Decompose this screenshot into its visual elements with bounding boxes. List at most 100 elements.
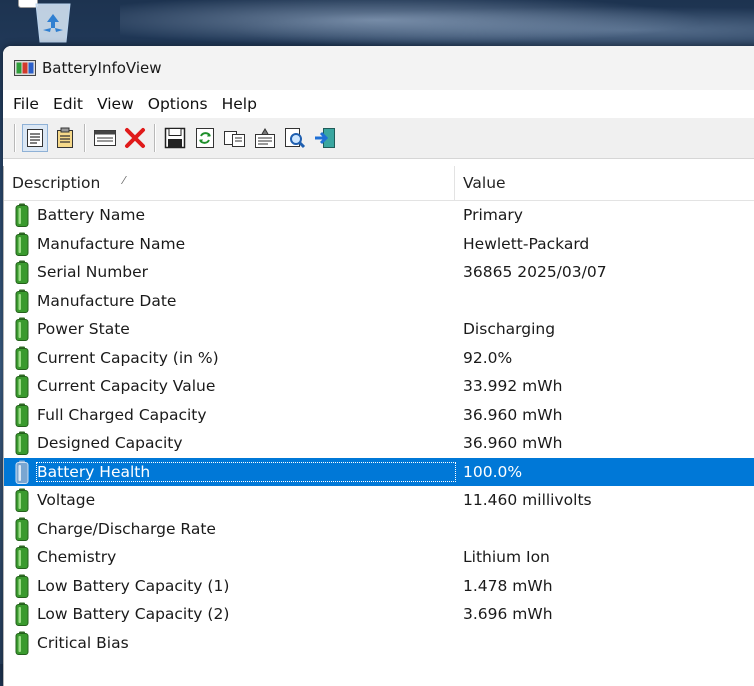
table-row[interactable]: Voltage 11.460 millivolts: [4, 486, 754, 515]
app-battery-icon: [14, 60, 36, 76]
delete-icon: [125, 128, 145, 148]
row-description: Critical Bias: [37, 633, 129, 652]
properties-button[interactable]: [252, 124, 278, 152]
table-row[interactable]: Full Charged Capacity 36.960 mWh: [4, 401, 754, 430]
table-row[interactable]: Designed Capacity 36.960 mWh: [4, 429, 754, 458]
find-icon: [285, 128, 306, 149]
menu-bar: File Edit View Options Help: [3, 90, 754, 118]
battery-info-list[interactable]: Description ⁄ Value Battery Name Primary …: [3, 166, 754, 686]
battery-icon: [15, 317, 29, 342]
toolbar-separator: [14, 124, 16, 152]
row-value: Primary: [463, 206, 523, 225]
row-value: Hewlett-Packard: [463, 234, 590, 253]
sort-ascending-icon: ⁄: [123, 174, 125, 187]
battery-icon: [15, 431, 29, 456]
row-value: 3.696 mWh: [463, 605, 553, 624]
table-row[interactable]: Low Battery Capacity (1) 1.478 mWh: [4, 572, 754, 601]
toolbar-separator: [84, 124, 86, 152]
row-value: 92.0%: [463, 348, 513, 367]
row-value: 36865 2025/03/07: [463, 263, 607, 282]
row-description: Battery Health: [36, 461, 456, 482]
battery-icon: [15, 346, 29, 370]
battery-icon: [15, 460, 29, 484]
row-value: 100.0%: [463, 462, 523, 481]
app-window: BatteryInfoView File Edit View Options H…: [3, 46, 754, 686]
properties-window-button[interactable]: [92, 124, 118, 152]
table-row[interactable]: Low Battery Capacity (2) 3.696 mWh: [4, 600, 754, 629]
column-header-description[interactable]: Description ⁄: [4, 166, 455, 200]
column-header-description-label: Description: [12, 174, 101, 192]
save-icon: [164, 127, 186, 149]
row-description: Designed Capacity: [37, 434, 183, 453]
find-button[interactable]: [282, 124, 308, 152]
row-description: Low Battery Capacity (2): [37, 605, 230, 624]
save-button[interactable]: [162, 124, 188, 152]
menu-edit[interactable]: Edit: [46, 90, 90, 118]
table-row[interactable]: Critical Bias: [4, 629, 754, 658]
table-row[interactable]: Battery Name Primary: [4, 201, 754, 230]
menu-help[interactable]: Help: [215, 90, 264, 118]
battery-icon: [15, 488, 29, 513]
row-value: 33.992 mWh: [463, 377, 563, 396]
row-description: Charge/Discharge Rate: [37, 519, 216, 538]
row-value: 11.460 millivolts: [463, 491, 592, 510]
battery-icon: [15, 289, 29, 313]
table-row[interactable]: Chemistry Lithium Ion: [4, 543, 754, 572]
html-report-button[interactable]: [22, 124, 48, 152]
desktop-wallpaper: [120, 0, 754, 50]
menu-view[interactable]: View: [90, 90, 141, 118]
recycle-bin-icon[interactable]: [28, 0, 78, 44]
copy-button[interactable]: [222, 124, 248, 152]
battery-icon: [15, 574, 29, 598]
title-bar[interactable]: BatteryInfoView: [3, 46, 754, 90]
row-value: 1.478 mWh: [463, 576, 553, 595]
row-description: Battery Name: [37, 206, 146, 225]
row-description: Power State: [37, 320, 130, 339]
exit-icon: [315, 128, 335, 148]
table-row[interactable]: Manufacture Date: [4, 287, 754, 316]
window-title: BatteryInfoView: [42, 59, 162, 77]
table-row[interactable]: Serial Number 36865 2025/03/07: [4, 258, 754, 287]
toolbar: [3, 118, 754, 159]
row-value: 36.960 mWh: [463, 405, 563, 424]
battery-icon: [15, 545, 29, 570]
refresh-button[interactable]: [192, 124, 218, 152]
row-description: Chemistry: [37, 548, 117, 567]
row-value: Discharging: [463, 320, 556, 339]
row-description: Serial Number: [37, 263, 149, 282]
toolbar-separator: [154, 124, 156, 152]
table-row[interactable]: Manufacture Name Hewlett-Packard: [4, 230, 754, 259]
table-row[interactable]: Battery Health 100.0%: [4, 457, 754, 486]
text-report-button[interactable]: [52, 124, 78, 152]
battery-icon: [15, 374, 29, 399]
battery-icon: [15, 232, 29, 256]
table-row[interactable]: Current Capacity Value 33.992 mWh: [4, 372, 754, 401]
row-value: Lithium Ion: [463, 548, 550, 567]
refresh-icon: [196, 128, 214, 148]
row-description: Manufacture Date: [37, 291, 177, 310]
battery-icon: [15, 517, 29, 541]
menu-file[interactable]: File: [6, 90, 46, 118]
text-report-icon: [57, 127, 73, 148]
battery-icon: [15, 260, 29, 285]
exit-button[interactable]: [312, 124, 338, 152]
table-row[interactable]: Charge/Discharge Rate: [4, 515, 754, 544]
row-description: Manufacture Name: [37, 234, 186, 253]
column-header-value[interactable]: Value: [455, 166, 754, 200]
column-header-value-label: Value: [463, 174, 506, 192]
row-description: Low Battery Capacity (1): [37, 576, 230, 595]
row-value: 36.960 mWh: [463, 434, 563, 453]
delete-button[interactable]: [122, 124, 148, 152]
list-rows: Battery Name Primary Manufacture Name Hewl…: [4, 201, 754, 657]
copy-icon: [224, 131, 245, 147]
row-description: Full Charged Capacity: [37, 405, 207, 424]
battery-icon: [15, 203, 29, 228]
battery-icon: [15, 602, 29, 627]
battery-icon: [15, 631, 29, 655]
table-row[interactable]: Current Capacity (in %) 92.0%: [4, 344, 754, 373]
battery-icon: [15, 403, 29, 427]
table-row[interactable]: Power State Discharging: [4, 315, 754, 344]
menu-options[interactable]: Options: [141, 90, 215, 118]
row-description: Voltage: [37, 491, 96, 510]
properties-icon: [255, 128, 275, 148]
